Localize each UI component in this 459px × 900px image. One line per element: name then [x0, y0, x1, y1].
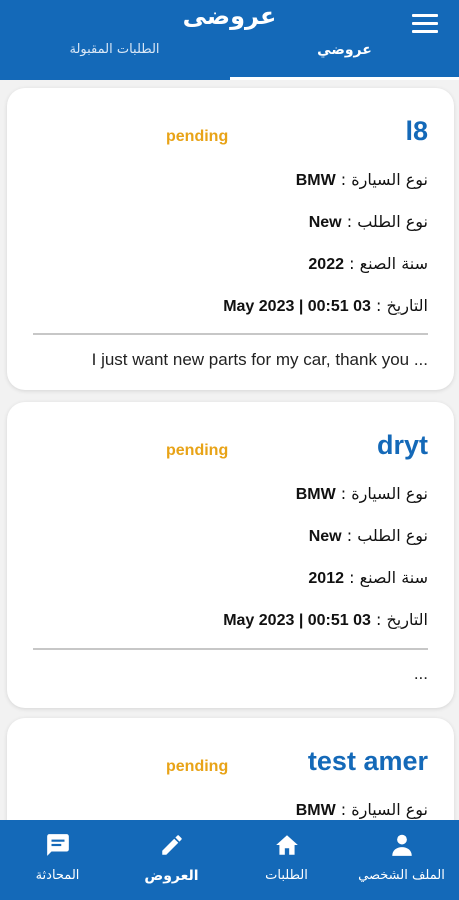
nav-profile[interactable]: الملف الشخصي — [344, 820, 459, 900]
order-type-row: نوع الطلب : New — [308, 526, 428, 545]
offer-card[interactable]: dryt pending نوع السيارة : BMW نوع الطلب… — [7, 402, 454, 708]
menu-icon[interactable] — [412, 14, 438, 36]
year-value: 2022 — [308, 256, 344, 273]
bottom-nav: الملف الشخصي الطلبات العروض المحادثة — [0, 820, 459, 900]
chat-icon — [0, 832, 115, 858]
car-type-value: BMW — [295, 172, 336, 189]
offer-description: ... — [413, 664, 428, 683]
order-type-value: New — [308, 214, 342, 231]
date-row: التاريخ : 03 May 2023 | 00:51 — [223, 610, 428, 629]
nav-profile-label: الملف الشخصي — [358, 868, 445, 883]
car-type-value: BMW — [295, 486, 336, 503]
nav-chat[interactable]: المحادثة — [0, 820, 115, 900]
offer-name: test amer — [307, 746, 428, 776]
offer-description: I just want new parts for my car, thank … — [91, 350, 428, 369]
date-value: 03 May 2023 | 00:51 — [223, 612, 371, 629]
edit-icon — [114, 832, 229, 858]
nav-offers-label: العروض — [144, 868, 199, 884]
date-row: التاريخ : 03 May 2023 | 00:51 — [223, 296, 428, 315]
status-badge: pending — [166, 442, 229, 459]
nav-chat-label: المحادثة — [35, 868, 80, 883]
car-type-row: نوع السيارة : BMW — [295, 484, 428, 503]
order-type-row: نوع الطلب : New — [308, 212, 428, 231]
divider — [33, 648, 428, 650]
offer-card[interactable]: test amer pending نوع السيارة : BMW — [7, 718, 454, 820]
offer-name: dryt — [376, 430, 428, 460]
car-type-row: نوع السيارة : BMW — [295, 170, 428, 189]
offer-name: l8 — [405, 116, 428, 146]
page-title: عروضى — [182, 2, 277, 30]
tab-my-offers[interactable]: عروضي — [230, 38, 459, 80]
divider — [33, 333, 428, 335]
nav-orders[interactable]: الطلبات — [229, 820, 344, 900]
nav-orders-label: الطلبات — [265, 868, 308, 883]
status-badge: pending — [166, 128, 229, 145]
home-icon — [229, 832, 344, 858]
person-icon — [344, 832, 459, 858]
year-row: سنة الصنع : 2022 — [308, 254, 428, 273]
car-type-row: نوع السيارة : BMW — [295, 800, 428, 819]
nav-offers[interactable]: العروض — [114, 820, 229, 900]
order-type-value: New — [308, 528, 342, 545]
status-badge: pending — [166, 758, 229, 775]
car-type-value: BMW — [295, 802, 336, 819]
offer-card[interactable]: l8 pending نوع السيارة : BMW نوع الطلب :… — [7, 88, 454, 390]
year-row: سنة الصنع : 2012 — [308, 568, 428, 587]
app-bar: عروضى عروضي الطلبات المقبولة — [0, 0, 459, 80]
tab-accepted-orders[interactable]: الطلبات المقبولة — [0, 38, 229, 80]
date-value: 03 May 2023 | 00:51 — [223, 298, 371, 315]
year-value: 2012 — [308, 570, 344, 587]
offers-list[interactable]: l8 pending نوع السيارة : BMW نوع الطلب :… — [0, 80, 459, 820]
